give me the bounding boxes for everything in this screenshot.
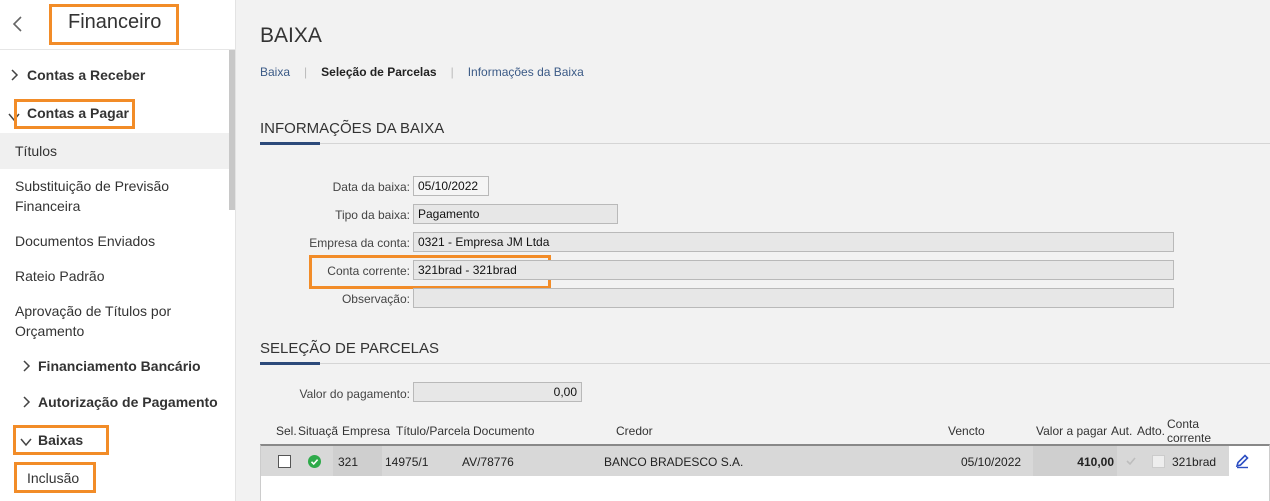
section-title-selecao: SELEÇÃO DE PARCELAS <box>260 340 439 357</box>
section-accent <box>260 142 320 145</box>
sidebar-header: Financeiro <box>0 0 236 50</box>
edit-pencil-icon[interactable] <box>1234 453 1250 469</box>
sidebar-scrollbar[interactable] <box>229 50 235 210</box>
sidebar-item-contas-receber[interactable]: Contas a Receber <box>27 67 145 83</box>
empresa-conta-field[interactable]: 0321 - Empresa JM Ltda <box>413 232 1174 252</box>
sidebar-title: Financeiro <box>49 4 179 45</box>
chevron-right-icon <box>11 69 19 81</box>
column-header-aut[interactable]: Aut. <box>1111 424 1132 438</box>
cell-titulo: 14975/1 <box>385 455 429 469</box>
valor-pagamento-label: Valor do pagamento: <box>299 387 410 401</box>
page-title: BAIXA <box>260 24 322 47</box>
section-accent <box>260 362 320 365</box>
sidebar-item-financiamento[interactable]: Financiamento Bancário <box>38 358 201 374</box>
main-content: BAIXA Baixa | Seleção de Parcelas | Info… <box>236 0 1270 501</box>
check-mark-icon <box>1126 457 1136 466</box>
observacao-field[interactable] <box>413 288 1174 308</box>
empresa-conta-label: Empresa da conta: <box>309 236 410 250</box>
chevron-right-icon <box>23 360 31 372</box>
section-divider <box>260 363 1270 364</box>
sidebar-item-baixas[interactable]: Baixas <box>38 432 83 448</box>
breadcrumb-baixa[interactable]: Baixa <box>260 65 290 79</box>
sidebar-item-contas-pagar[interactable]: Contas a Pagar <box>27 105 129 121</box>
data-baixa-label: Data da baixa: <box>332 180 410 194</box>
column-header-titulo[interactable]: Título/Parcela <box>396 424 470 438</box>
section-title-informacoes: INFORMAÇÕES DA BAIXA <box>260 120 445 137</box>
section-divider <box>260 143 1270 144</box>
sidebar-item-rateio[interactable]: Rateio Padrão <box>15 268 105 284</box>
column-header-sel[interactable]: Sel. <box>276 424 297 438</box>
select-row-checkbox[interactable] <box>278 455 291 468</box>
breadcrumb: Baixa | Seleção de Parcelas | Informaçõe… <box>260 65 584 79</box>
column-header-empresa[interactable]: Empresa <box>342 424 390 438</box>
sidebar-item-aprovacao[interactable]: Aprovação de Títulos por <box>15 303 171 319</box>
cell-conta: 321brad <box>1172 455 1217 469</box>
chevron-right-icon <box>23 396 31 408</box>
tipo-baixa-label: Tipo da baixa: <box>335 208 410 222</box>
column-header-credor[interactable]: Credor <box>616 424 653 438</box>
sidebar-item-substituicao-line2[interactable]: Financeira <box>15 198 80 214</box>
conta-corrente-field[interactable]: 321brad - 321brad <box>413 260 1174 280</box>
conta-corrente-label: Conta corrente: <box>327 264 410 278</box>
breadcrumb-separator: | <box>450 65 454 79</box>
breadcrumb-informacoes[interactable]: Informações da Baixa <box>468 65 584 79</box>
cell-vencto: 05/10/2022 <box>961 455 1022 469</box>
data-baixa-field[interactable]: 05/10/2022 <box>413 176 489 196</box>
cell-documento: AV/78776 <box>462 455 514 469</box>
chevron-down-icon <box>20 438 32 447</box>
adto-checkbox <box>1152 455 1165 468</box>
column-header-adto[interactable]: Adto. <box>1137 424 1165 438</box>
cell-valor: 410,00 <box>1077 455 1114 469</box>
column-header-corrente[interactable]: corrente <box>1167 431 1211 445</box>
sidebar: Financeiro Contas a Receber Contas a Pag… <box>0 0 236 501</box>
column-header-documento[interactable]: Documento <box>473 424 534 438</box>
sidebar-item-inclusao[interactable]: Inclusão <box>27 470 79 486</box>
sidebar-item-substituicao[interactable]: Substituição de Previsão <box>15 178 169 194</box>
cell-credor: BANCO BRADESCO S.A. <box>604 455 744 469</box>
column-header-situacao[interactable]: Situaçã <box>298 424 342 438</box>
back-arrow-icon[interactable] <box>10 12 24 36</box>
cell-empresa: 321 <box>338 455 359 469</box>
status-ok-icon <box>308 455 321 468</box>
valor-pagamento-field[interactable]: 0,00 <box>413 382 582 402</box>
breadcrumb-separator: | <box>304 65 308 79</box>
parcelas-table: 321 14975/1 AV/78776 BANCO BRADESCO S.A.… <box>260 444 1270 501</box>
sidebar-item-titulos[interactable]: Títulos <box>15 143 57 159</box>
column-header-vencto[interactable]: Vencto <box>948 424 985 438</box>
breadcrumb-selecao[interactable]: Seleção de Parcelas <box>321 65 436 79</box>
sidebar-item-documentos[interactable]: Documentos Enviados <box>15 233 155 249</box>
column-header-conta[interactable]: Conta <box>1167 417 1199 431</box>
sidebar-item-aprovacao-line2[interactable]: Orçamento <box>15 323 84 339</box>
table-row[interactable]: 321 14975/1 AV/78776 BANCO BRADESCO S.A.… <box>261 446 1269 476</box>
column-header-valor[interactable]: Valor a pagar <box>1036 424 1107 438</box>
observacao-label: Observação: <box>341 292 410 306</box>
sidebar-item-autorizacao[interactable]: Autorização de Pagamento <box>38 394 218 410</box>
tipo-baixa-field[interactable]: Pagamento <box>413 204 618 224</box>
